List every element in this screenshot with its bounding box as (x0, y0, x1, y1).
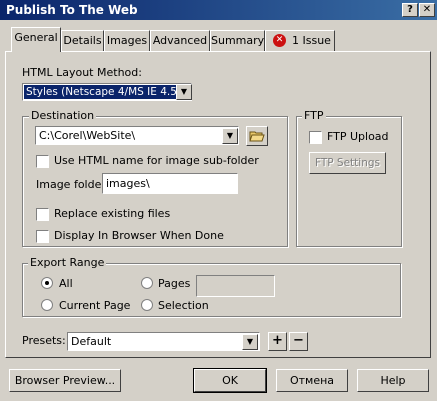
destination-path-value: C:\Corel\WebSite\ (39, 129, 136, 142)
add-preset-button[interactable]: + (268, 332, 287, 351)
presets-value: Default (71, 335, 112, 348)
help-icon[interactable]: ? (402, 3, 418, 17)
tab-issues[interactable]: ✕ 1 Issue (265, 30, 335, 51)
ok-label: OK (222, 374, 238, 387)
close-icon[interactable]: ✕ (419, 3, 435, 17)
replace-existing-label: Replace existing files (54, 207, 171, 220)
layout-method-value: Styles (Netscape 4/MS IE 4.5) (24, 85, 176, 99)
use-html-name-label: Use HTML name for image sub-folder (54, 154, 259, 167)
replace-existing-checkbox[interactable] (36, 208, 49, 221)
tab-details-label: Details (63, 34, 102, 47)
help-button[interactable]: Help (357, 369, 429, 392)
display-in-browser-checkbox[interactable] (36, 230, 49, 243)
image-folder-value: images\ (106, 177, 150, 190)
tab-advanced-label: Advanced (152, 34, 208, 47)
export-all-radio[interactable] (41, 277, 53, 289)
ftp-settings-button[interactable]: FTP Settings (309, 152, 386, 174)
export-current-page-label: Current Page (59, 299, 131, 312)
chevron-down-icon[interactable]: ▼ (176, 84, 192, 100)
chevron-down-icon[interactable]: ▼ (222, 128, 238, 144)
export-all-label: All (59, 277, 73, 290)
cancel-label: Отмена (289, 374, 335, 387)
layout-method-label: HTML Layout Method: (22, 66, 142, 79)
presets-label: Presets: (22, 334, 66, 347)
error-icon: ✕ (273, 34, 286, 47)
ftp-group-label: FTP (302, 109, 326, 122)
tab-images-label: Images (106, 34, 148, 47)
browser-preview-button[interactable]: Browser Preview... (9, 369, 121, 392)
layout-method-select[interactable]: Styles (Netscape 4/MS IE 4.5) ▼ (22, 83, 192, 101)
export-pages-label: Pages (158, 277, 191, 290)
ftp-upload-label: FTP Upload (327, 130, 389, 143)
ok-button[interactable]: OK (193, 368, 267, 393)
help-label: Help (380, 374, 406, 387)
presets-select[interactable]: Default ▼ (67, 332, 260, 351)
export-range-group-label: Export Range (28, 256, 107, 269)
destination-path-select[interactable]: C:\Corel\WebSite\ ▼ (35, 126, 239, 145)
image-folder-label: Image folder: (36, 178, 110, 191)
destination-group-label: Destination (29, 109, 97, 122)
tab-general-label: General (14, 31, 58, 44)
export-pages-radio[interactable] (141, 277, 153, 289)
tab-advanced[interactable]: Advanced (150, 30, 210, 51)
remove-preset-button[interactable]: − (289, 332, 308, 351)
window-title: Publish To The Web (6, 3, 138, 17)
cancel-button[interactable]: Отмена (276, 369, 348, 392)
export-selection-label: Selection (158, 299, 209, 312)
tab-issues-label: 1 Issue (292, 34, 331, 47)
export-pages-field[interactable] (196, 275, 275, 297)
ftp-upload-checkbox[interactable] (309, 131, 322, 144)
tab-summary[interactable]: Summary (210, 30, 265, 51)
display-in-browser-label: Display In Browser When Done (54, 229, 224, 242)
open-folder-icon (249, 131, 265, 142)
use-html-name-checkbox[interactable] (36, 155, 49, 168)
browser-preview-label: Browser Preview... (14, 374, 116, 387)
tab-details[interactable]: Details (61, 30, 104, 51)
tab-general[interactable]: General (11, 27, 61, 52)
ftp-settings-label: FTP Settings (314, 157, 380, 169)
image-folder-field[interactable]: images\ (102, 173, 238, 194)
export-current-page-radio[interactable] (41, 299, 53, 311)
plus-icon: + (272, 333, 283, 348)
export-selection-radio[interactable] (141, 299, 153, 311)
tab-summary-label: Summary (211, 34, 265, 47)
tab-images[interactable]: Images (104, 30, 150, 51)
chevron-down-icon[interactable]: ▼ (242, 334, 258, 350)
browse-folder-button[interactable] (246, 126, 268, 146)
minus-icon: − (293, 333, 304, 348)
